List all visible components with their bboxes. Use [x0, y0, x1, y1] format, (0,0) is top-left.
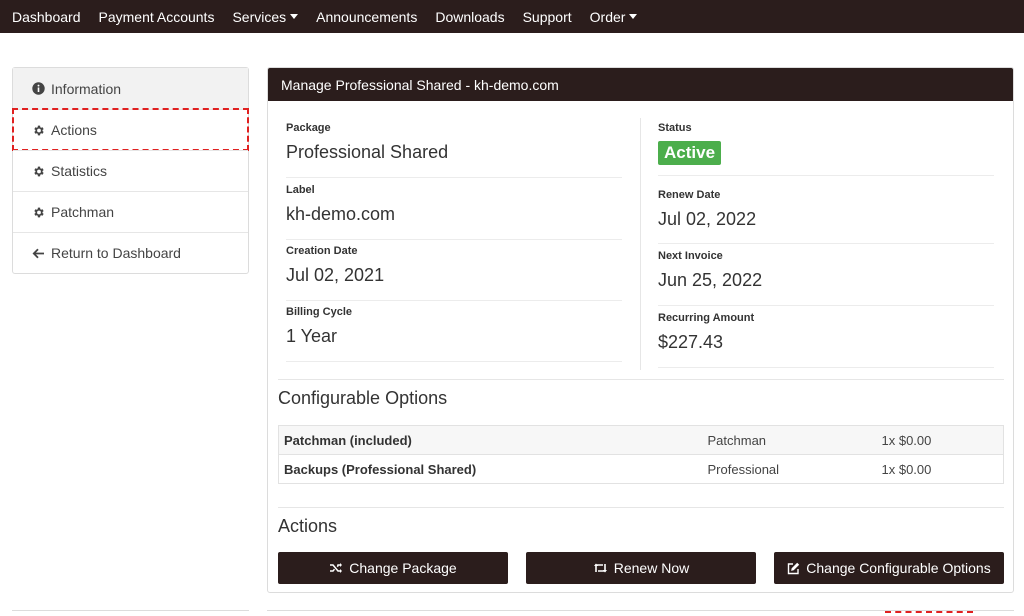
info-circle-icon [32, 82, 45, 95]
section-divider [278, 379, 1004, 380]
nav-announcements[interactable]: Announcements [316, 9, 417, 25]
shuffle-icon [329, 562, 343, 574]
option-value: Professional [702, 454, 877, 484]
sidebar-item-actions[interactable]: Actions [12, 108, 249, 151]
sidebar-bottom-edge [12, 610, 249, 616]
nav-services[interactable]: Services [232, 9, 299, 25]
retweet-icon [593, 562, 608, 574]
nav-dashboard[interactable]: Dashboard [12, 9, 81, 25]
caret-down-icon [290, 14, 299, 19]
highlight-mark [885, 611, 973, 616]
caret-down-icon [629, 14, 638, 19]
info-right-column: Status Active Renew Date Jul 02, 2022 Ne… [650, 118, 998, 370]
gear-icon [32, 206, 45, 219]
panel-title: Manage Professional Shared - kh-demo.com [268, 68, 1013, 101]
edit-icon [787, 562, 800, 575]
gear-icon [32, 165, 45, 178]
table-row: Backups (Professional Shared) Profession… [278, 454, 1004, 484]
label-field: Label kh-demo.com [286, 184, 622, 240]
gear-icon [32, 124, 45, 137]
sidebar-item-return-dashboard[interactable]: Return to Dashboard [13, 232, 248, 273]
creation-date-field: Creation Date Jul 02, 2021 [286, 245, 622, 301]
configurable-options-table: Patchman (included) Patchman 1x $0.00 Ba… [278, 425, 1004, 484]
renew-now-button[interactable]: Renew Now [526, 552, 756, 584]
manage-service-panel: Manage Professional Shared - kh-demo.com… [267, 67, 1014, 593]
arrow-left-icon [32, 247, 45, 260]
sidebar-item-patchman[interactable]: Patchman [13, 191, 248, 232]
renew-date-field: Renew Date Jul 02, 2022 [658, 189, 994, 244]
status-badge: Active [658, 141, 722, 165]
package-field: Package Professional Shared [286, 122, 622, 178]
change-configurable-options-button[interactable]: Change Configurable Options [774, 552, 1004, 584]
actions-title: Actions [278, 516, 338, 536]
top-navbar: Dashboard Payment Accounts Services Anno… [0, 0, 1024, 33]
sidebar: Information Actions Statistics Patchman … [12, 67, 249, 274]
nav-support[interactable]: Support [523, 9, 572, 25]
sidebar-item-information[interactable]: Information [13, 68, 248, 109]
option-price: 1x $0.00 [876, 425, 1004, 455]
option-name: Backups (Professional Shared) [278, 454, 703, 484]
status-field: Status Active [658, 122, 994, 176]
column-divider [640, 118, 641, 370]
billing-cycle-field: Billing Cycle 1 Year [286, 306, 622, 362]
nav-order[interactable]: Order [590, 9, 638, 25]
section-divider [278, 507, 1004, 508]
service-info-grid: Package Professional Shared Label kh-dem… [278, 118, 1004, 370]
nav-downloads[interactable]: Downloads [435, 9, 504, 25]
table-row: Patchman (included) Patchman 1x $0.00 [278, 425, 1004, 455]
option-value: Patchman [702, 425, 877, 455]
nav-payment-accounts[interactable]: Payment Accounts [99, 9, 215, 25]
next-invoice-field: Next Invoice Jun 25, 2022 [658, 250, 994, 306]
info-left-column: Package Professional Shared Label kh-dem… [278, 118, 630, 370]
option-price: 1x $0.00 [876, 454, 1004, 484]
recurring-amount-field: Recurring Amount $227.43 [658, 312, 994, 368]
option-name: Patchman (included) [278, 425, 703, 455]
change-package-button[interactable]: Change Package [278, 552, 508, 584]
sidebar-item-statistics[interactable]: Statistics [13, 150, 248, 191]
configurable-options-title: Configurable Options [278, 388, 448, 408]
